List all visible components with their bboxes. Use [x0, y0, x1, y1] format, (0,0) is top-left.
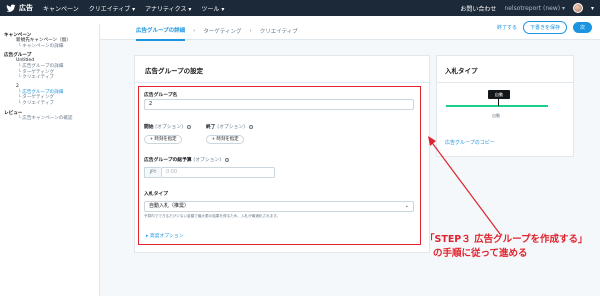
tab-targeting[interactable]: ターゲティング	[203, 27, 241, 35]
nav-campaigns[interactable]: キャンペーン	[43, 4, 79, 13]
tab-creatives[interactable]: クリエイティブ	[260, 27, 298, 35]
top-nav: キャンペーン クリエイティブ ▾ アナリティクス ▾ ツール ▾	[43, 4, 224, 13]
chevron-down-icon[interactable]: ▾	[591, 5, 594, 12]
sidebar-campaign-details[interactable]: └ キャンペーンの詳細	[4, 44, 99, 50]
bid-marker: 自動	[488, 90, 510, 99]
breadcrumb-separator: ›	[193, 28, 196, 34]
breadcrumb: 広告グループの詳細 › ターゲティング › クリエイティブ	[136, 21, 298, 41]
card-title: 広告グループの設定	[145, 67, 204, 75]
tab-adgroup-details[interactable]: 広告グループの詳細	[136, 26, 186, 41]
bid-marker-line	[498, 99, 499, 106]
nav-tools[interactable]: ツール ▾	[201, 4, 224, 13]
annotation-line-2: の手順に従って進める	[433, 248, 528, 259]
sidebar-group2-creatives[interactable]: └ クリエイティブ	[4, 101, 99, 107]
divider	[135, 82, 429, 83]
bid-card-title: 入札タイプ	[445, 67, 478, 75]
brand[interactable]: 広告	[6, 3, 33, 13]
top-navigation-bar: 広告 キャンペーン クリエイティブ ▾ アナリティクス ▾ ツール ▾ お問い合…	[0, 0, 600, 16]
exit-button[interactable]: 終了する	[497, 24, 517, 31]
twitter-bird-icon	[6, 3, 16, 12]
bid-auto-label: 自動	[492, 113, 500, 118]
sidebar-group1-creatives[interactable]: └ クリエイティブ	[4, 75, 99, 81]
brand-label: 広告	[19, 4, 33, 12]
highlight-box	[138, 86, 421, 245]
account-menu[interactable]: nelsotreport (new) ▾	[504, 5, 565, 12]
step-actions: 終了する 下書きを保存 次	[497, 21, 592, 34]
topbar-right: お問い合わせ nelsotreport (new) ▾ ▾	[460, 0, 594, 16]
nav-analytics[interactable]: アナリティクス ▾	[145, 4, 191, 13]
help-link[interactable]: お問い合わせ	[460, 4, 496, 13]
sidebar: キャンペーン 新規先キャンペーン（仮） └ キャンペーンの詳細 広告グループ U…	[0, 24, 100, 296]
next-button[interactable]: 次	[572, 22, 592, 33]
sidebar-review-confirm[interactable]: └ 広告キャンペーンの確認	[4, 116, 99, 122]
nav-creatives[interactable]: クリエイティブ ▾	[89, 4, 135, 13]
annotation-text: 「STEP３ 広告グループを作成する」 の手順に従って進める	[425, 233, 588, 261]
save-draft-button[interactable]: 下書きを保存	[522, 21, 567, 34]
bid-range-bar	[446, 105, 548, 107]
avatar[interactable]	[572, 3, 583, 13]
copy-adgroup-link[interactable]: 広告グループのコピー	[445, 139, 495, 146]
divider	[437, 82, 573, 83]
annotation-line-1: 「STEP３ 広告グループを作成する」	[425, 234, 588, 245]
breadcrumb-separator: ›	[249, 28, 252, 34]
